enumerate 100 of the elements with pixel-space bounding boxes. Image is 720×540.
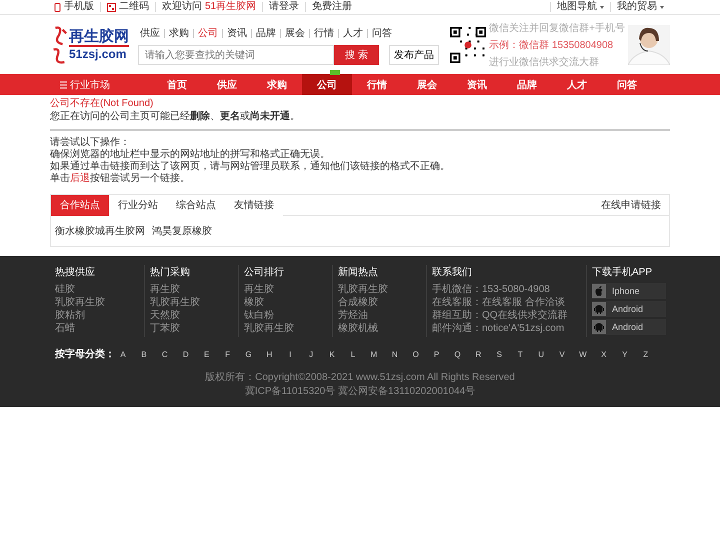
back-link[interactable]: 后退 [70, 173, 90, 184]
footer-link[interactable]: 橡胶 [244, 296, 332, 309]
error-title: 公司不存在(Not Found) [50, 98, 154, 110]
error-message: 您正在访问的公司主页可能已经删除、更名或尚未开通。 [50, 110, 301, 123]
instructions-heading: 请尝试以下操作： [50, 137, 131, 148]
nav-tab[interactable]: 资讯 [452, 74, 502, 95]
letter-link[interactable]: V [558, 350, 566, 358]
top-menu-link[interactable]: 我的贸易 [617, 2, 657, 12]
channel-link[interactable]: 问答 [368, 26, 396, 40]
caret-icon [600, 6, 604, 8]
top-link[interactable]: 手机版 [64, 2, 94, 12]
channel-link[interactable]: 展会 [281, 26, 309, 40]
letter-link[interactable]: X [600, 350, 608, 358]
channel-link[interactable]: 资讯 [223, 26, 251, 40]
footer-link[interactable]: 天然胶 [150, 309, 238, 322]
footer-link[interactable]: 乳胶再生胶 [55, 296, 144, 309]
letter-link[interactable]: S [495, 350, 504, 358]
letter-link[interactable]: K [328, 350, 336, 358]
top-link[interactable]: 免费注册 [312, 2, 352, 12]
letter-link[interactable]: U [537, 350, 546, 358]
channel-link[interactable]: 供应 [136, 26, 164, 40]
channel-link[interactable]: 求购 [165, 26, 193, 40]
channel-link[interactable]: 品牌 [252, 26, 280, 40]
footer-link[interactable]: 群组互助：QQ在线供求交流群 [432, 309, 586, 322]
nav-tab[interactable]: 展会 [402, 74, 452, 95]
category-menu[interactable]: 行业市场 [50, 74, 152, 95]
footer-link[interactable]: 乳胶再生胶 [244, 322, 332, 335]
footer-link[interactable]: 橡胶机械 [338, 322, 426, 335]
nav-tab[interactable]: 供应 [202, 74, 252, 95]
footer-heading: 公司排行 [244, 266, 285, 280]
letter-link[interactable]: H [265, 350, 274, 358]
promo-text: 示例：微信群 15350804908 [489, 38, 614, 52]
letter-link[interactable]: L [348, 350, 357, 358]
letter-link[interactable]: Y [620, 350, 629, 358]
letter-link[interactable]: T [516, 350, 524, 358]
nav-tab[interactable]: 问答 [602, 74, 652, 95]
letter-link[interactable]: E [202, 350, 211, 358]
nav-tab[interactable]: 品牌 [502, 74, 552, 95]
footer-link[interactable]: 石蜡 [55, 322, 144, 335]
channel-link[interactable]: 行情 [310, 26, 338, 40]
footer-link[interactable]: 邮件沟通：notice'A'51zsj.com [432, 322, 586, 335]
letter-link[interactable]: M [370, 350, 378, 358]
app-download-link[interactable]: Iphone [592, 283, 666, 299]
top-link[interactable]: 请登录 [269, 2, 300, 12]
letter-link[interactable]: O [412, 350, 420, 358]
footer-link[interactable]: 硅胶 [55, 283, 144, 296]
copyright-text: 版权所有：Copyright©2008-2021 www.51zsj.com All Rights Reserved [204, 371, 516, 385]
icp-text: 冀ICP备11015320号 冀公网安备13110202001044号 [244, 385, 476, 399]
nav-tab[interactable]: 首页 [152, 74, 202, 95]
nav-tab[interactable]: 人才 [552, 74, 602, 95]
links-tab[interactable]: 合作站点 [51, 194, 109, 216]
search-button[interactable]: 搜 索 [334, 45, 379, 65]
letter-link[interactable]: P [432, 350, 441, 358]
letter-link[interactable]: A [119, 350, 127, 358]
letter-index-label: 按字母分类： [55, 347, 116, 361]
app-download-link[interactable]: Android [592, 319, 666, 335]
footer-link[interactable]: 乳胶再生胶 [338, 283, 426, 296]
channel-link[interactable]: 公司 [194, 26, 222, 40]
partner-link[interactable]: 衡水橡胶城再生胶网 [55, 224, 145, 238]
footer-link[interactable]: 再生胶 [150, 283, 238, 296]
site-link[interactable]: 51再生胶网 [205, 2, 256, 12]
footer-link[interactable]: 手机微信：153-5080-4908 [432, 283, 586, 296]
footer-link[interactable]: 芳烃油 [338, 309, 426, 322]
letter-link[interactable]: W [578, 350, 587, 358]
letter-link[interactable]: R [474, 350, 482, 358]
partner-link[interactable]: 鸿昊复原橡胶 [152, 224, 212, 238]
letter-link[interactable]: G [244, 350, 252, 358]
apply-link[interactable]: 在线申请链接 [601, 198, 661, 212]
footer-heading: 热门采购 [150, 266, 191, 280]
footer-link[interactable]: 合成橡胶 [338, 296, 426, 309]
search-field[interactable]: 请输入您要查找的关键词 [138, 45, 334, 65]
letter-link[interactable]: C [160, 350, 169, 358]
footer-link[interactable]: 乳胶再生胶 [150, 296, 238, 309]
footer-link[interactable]: 在线客服：在线客服 合作洽谈 [432, 296, 586, 309]
letter-link[interactable]: F [224, 350, 232, 358]
footer-link[interactable]: 钛白粉 [244, 309, 332, 322]
apple-icon [592, 284, 606, 298]
app-download-link[interactable]: Android [592, 301, 666, 317]
footer-heading: 热搜供应 [55, 266, 96, 280]
letter-link[interactable]: Z [642, 350, 650, 358]
letter-link[interactable]: D [182, 350, 190, 358]
phone-icon [54, 2, 61, 12]
letter-link[interactable]: J [307, 350, 316, 358]
nav-tab[interactable]: 行情 [352, 74, 402, 95]
letter-link[interactable]: N [390, 350, 399, 358]
footer-link[interactable]: 再生胶 [244, 283, 332, 296]
top-link[interactable]: 二维码 [119, 2, 149, 12]
channel-link[interactable]: 人才 [339, 26, 367, 40]
top-menu-link[interactable]: 地图导航 [557, 2, 597, 12]
instruction-text: 如果通过单击链接而到达了该网页，请与网站管理员联系，通知他们该链接的格式不正确。 [50, 161, 451, 172]
footer-link[interactable]: 胶粘剂 [55, 309, 144, 322]
letter-link[interactable]: I [286, 350, 294, 358]
qr-code-icon [450, 26, 486, 62]
instruction-text: 单击后退按钮尝试另一个链接。 [50, 173, 191, 185]
letter-link[interactable]: Q [454, 350, 462, 358]
footer-link[interactable]: 丁苯胶 [150, 322, 238, 335]
instruction-text: 确保浏览器的地址栏中显示的网站地址的拼写和格式正确无误。 [50, 149, 331, 160]
nav-tab[interactable]: 求购 [252, 74, 302, 95]
letter-link[interactable]: B [140, 350, 148, 358]
publish-button[interactable]: 发布产品 [389, 45, 439, 65]
